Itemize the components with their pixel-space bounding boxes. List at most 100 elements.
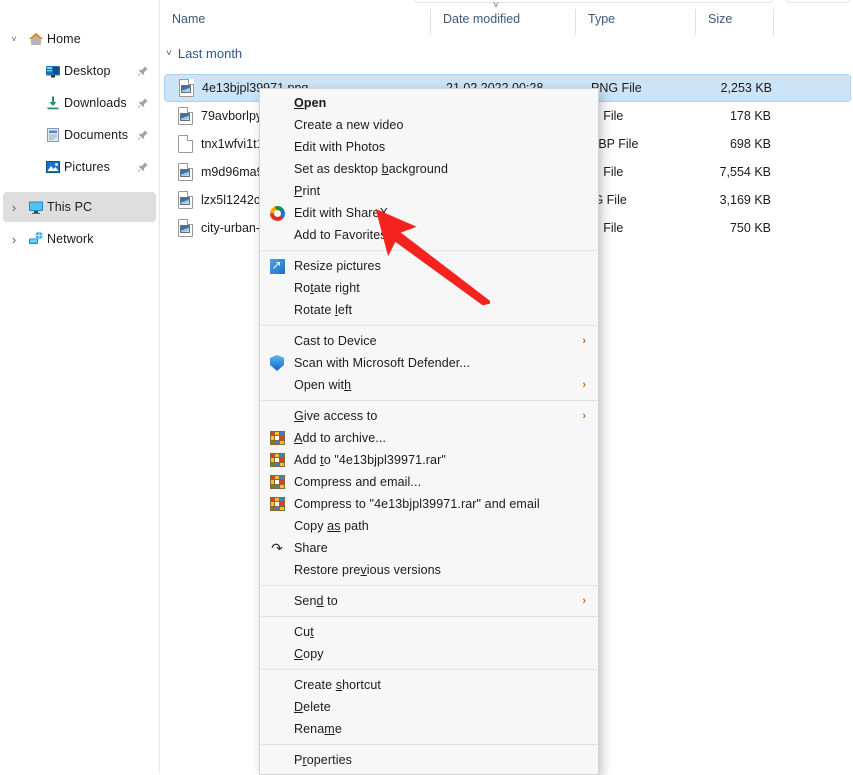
menu-item-rotate-right[interactable]: Rotate right [260, 277, 598, 299]
documents-icon [42, 127, 64, 143]
column-header-size-label: Size [696, 12, 773, 26]
navigation-pane: ˅ Home DesktopDownloads Documents Pictures › T… [0, 0, 160, 773]
menu-item-label: Share [294, 541, 588, 555]
menu-item-label: Scan with Microsoft Defender... [294, 356, 588, 370]
menu-item-open[interactable]: Open [260, 92, 598, 114]
sidebar-item-this-pc[interactable]: › This PC [3, 192, 156, 222]
sidebar-item-label: Home [47, 32, 134, 46]
menu-item-properties[interactable]: Properties [260, 749, 598, 771]
menu-item-rotate-left[interactable]: Rotate left [260, 299, 598, 321]
menu-item-label: Copy as path [294, 519, 588, 533]
menu-item-rename[interactable]: Rename [260, 718, 598, 740]
menu-item-share[interactable]: ↷Share [260, 537, 598, 559]
chevron-right-icon[interactable]: › [3, 233, 25, 246]
menu-item-label: Rotate left [294, 303, 588, 317]
menu-item-open-with[interactable]: Open with› [260, 374, 598, 396]
sidebar-item-downloads[interactable]: Downloads [20, 88, 156, 118]
menu-item-label: Properties [294, 753, 588, 767]
menu-item-add-to-4e13bjpl39971-rar[interactable]: Add to "4e13bjpl39971.rar" [260, 449, 598, 471]
pictures-icon [42, 159, 64, 175]
menu-item-create-shortcut[interactable]: Create shortcut [260, 674, 598, 696]
sidebar-item-network[interactable]: › Network [3, 224, 156, 254]
column-header-size[interactable]: Size [695, 9, 773, 35]
pin-icon[interactable] [134, 97, 152, 109]
menu-item-edit-with-sharex[interactable]: Edit with ShareX [260, 202, 598, 224]
this-pc-icon [25, 199, 47, 215]
menu-item-label: Compress to "4e13bjpl39971.rar" and emai… [294, 497, 588, 511]
toolbar-bottom-edge [160, 0, 853, 3]
image-file-icon [178, 163, 193, 181]
sidebar-item-label: Pictures [64, 160, 134, 174]
chevron-down-icon[interactable]: ˅ [3, 35, 25, 44]
file-name-label: m9d96ma9 [201, 165, 264, 179]
sidebar-item-desktop[interactable]: Desktop [20, 56, 156, 86]
sidebar-item-home[interactable]: ˅ Home [3, 24, 156, 54]
menu-separator [261, 585, 597, 586]
menu-item-label: Add to "4e13bjpl39971.rar" [294, 453, 588, 467]
context-menu[interactable]: Open Create a new videoEdit with Photos Se… [259, 88, 599, 775]
menu-item-label: Resize pictures [294, 259, 588, 273]
menu-item-restore-previous-versions[interactable]: Restore previous versions [260, 559, 598, 581]
menu-separator [261, 616, 597, 617]
sidebar-item-documents[interactable]: Documents [20, 120, 156, 150]
menu-item-scan-with-microsoft-defender[interactable]: Scan with Microsoft Defender... [260, 352, 598, 374]
menu-item-label: Open [294, 96, 588, 110]
menu-item-send-to[interactable]: Send to› [260, 590, 598, 612]
column-header-name-label: Name [160, 12, 430, 26]
chevron-right-icon[interactable]: › [3, 201, 25, 214]
menu-item-label: Add to Favorites [294, 228, 588, 242]
menu-item-label: Set as desktop background [294, 162, 588, 176]
menu-item-label: Compress and email... [294, 475, 588, 489]
sidebar-item-label: This PC [47, 200, 134, 214]
menu-item-cast-to-device[interactable]: Cast to Device› [260, 330, 598, 352]
column-header-type[interactable]: Type [575, 9, 695, 35]
pin-icon[interactable] [134, 65, 152, 77]
menu-item-label: Rename [294, 722, 588, 736]
image-file-icon [178, 191, 193, 209]
file-name-label: 79avborlpy [201, 109, 262, 123]
column-header-name[interactable]: Name [160, 9, 430, 35]
file-name-label: lzx5l1242c5 [201, 193, 267, 207]
menu-item-delete[interactable]: Delete [260, 696, 598, 718]
menu-item-compress-to-4e13bjpl39971-rar-and-email[interactable]: Compress to "4e13bjpl39971.rar" and emai… [260, 493, 598, 515]
pin-icon[interactable] [134, 129, 152, 141]
menu-item-create-a-new-video[interactable]: Create a new video [260, 114, 598, 136]
sidebar-item-label: Network [47, 232, 134, 246]
column-header-row: Name ˅ Date modified Type Size [160, 9, 853, 35]
defender-icon [260, 355, 294, 371]
menu-item-label: Rotate right [294, 281, 588, 295]
file-name-label: city-urban- [201, 221, 260, 235]
menu-item-edit-with-photos[interactable]: Edit with Photos [260, 136, 598, 158]
menu-item-cut[interactable]: Cut [260, 621, 598, 643]
sidebar-item-pictures[interactable]: Pictures [20, 152, 156, 182]
chevron-down-icon: ˅ [166, 48, 172, 59]
menu-item-set-as-desktop-background[interactable]: Set as desktop background [260, 158, 598, 180]
menu-item-label: Give access to [294, 409, 582, 423]
column-header-date-modified[interactable]: ˅ Date modified [430, 9, 575, 35]
column-header-overflow[interactable] [773, 9, 791, 35]
share-icon: ↷ [260, 541, 294, 555]
menu-item-compress-and-email[interactable]: Compress and email... [260, 471, 598, 493]
chevron-right-icon: › [582, 410, 588, 422]
menu-item-resize-pictures[interactable]: Resize pictures [260, 255, 598, 277]
sharex-icon [260, 206, 294, 221]
menu-item-label: Open with [294, 378, 582, 392]
file-size-cell: 750 KB [699, 221, 777, 235]
menu-item-print[interactable]: Print [260, 180, 598, 202]
chevron-right-icon: › [582, 595, 588, 607]
file-size-cell: 178 KB [699, 109, 777, 123]
chevron-right-icon: › [582, 379, 588, 391]
menu-item-label: Create shortcut [294, 678, 588, 692]
menu-item-copy[interactable]: Copy [260, 643, 598, 665]
menu-separator [261, 400, 597, 401]
menu-item-label: Delete [294, 700, 588, 714]
menu-item-add-to-favorites[interactable]: Add to Favorites [260, 224, 598, 246]
menu-item-give-access-to[interactable]: Give access to› [260, 405, 598, 427]
menu-item-copy-as-path[interactable]: Copy as path [260, 515, 598, 537]
chevron-up-icon: ˅ [493, 1, 499, 11]
menu-item-add-to-archive[interactable]: Add to archive... [260, 427, 598, 449]
menu-separator [261, 669, 597, 670]
group-header-last-month[interactable]: ˅ Last month [166, 46, 242, 61]
pin-icon[interactable] [134, 161, 152, 173]
sidebar-item-label: Documents [64, 128, 134, 142]
